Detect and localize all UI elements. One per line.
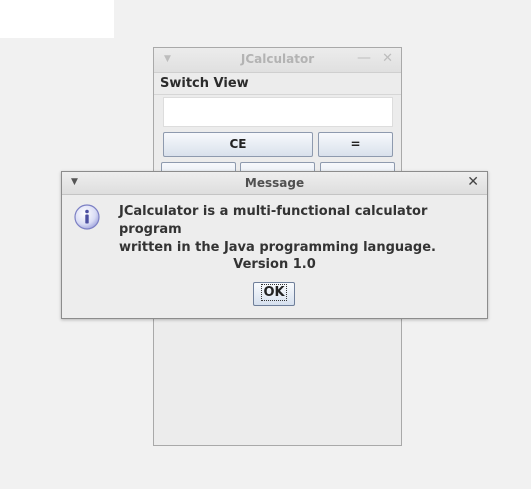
calculator-display	[163, 97, 393, 127]
message-dialog: ▼ Message ✕ JCalculator is a multi-funct…	[61, 171, 488, 319]
calculator-title-bar[interactable]: ▼ JCalculator — ✕	[154, 48, 401, 73]
ok-label: OK	[261, 284, 287, 301]
message-line: written in the Java programming language…	[119, 240, 436, 255]
info-icon	[74, 204, 100, 230]
close-icon[interactable]: ✕	[382, 51, 393, 66]
equals-button[interactable]: =	[318, 132, 393, 157]
menu-switch-view[interactable]: Switch View	[160, 76, 249, 91]
desktop-corner	[0, 0, 114, 38]
message-line: JCalculator is a multi-functional calcul…	[119, 204, 428, 237]
clear-entry-button[interactable]: CE	[163, 132, 313, 157]
version-label: Version 1.0	[233, 257, 316, 272]
ok-button[interactable]: OK	[253, 282, 295, 306]
dialog-message: JCalculator is a multi-functional calcul…	[119, 203, 489, 257]
dialog-title: Message	[244, 176, 305, 190]
menu-bar: Switch View	[154, 73, 401, 95]
dialog-title-bar[interactable]: ▼ Message ✕	[62, 172, 487, 195]
minimize-icon[interactable]: —	[357, 50, 371, 66]
close-icon[interactable]: ✕	[467, 174, 479, 190]
